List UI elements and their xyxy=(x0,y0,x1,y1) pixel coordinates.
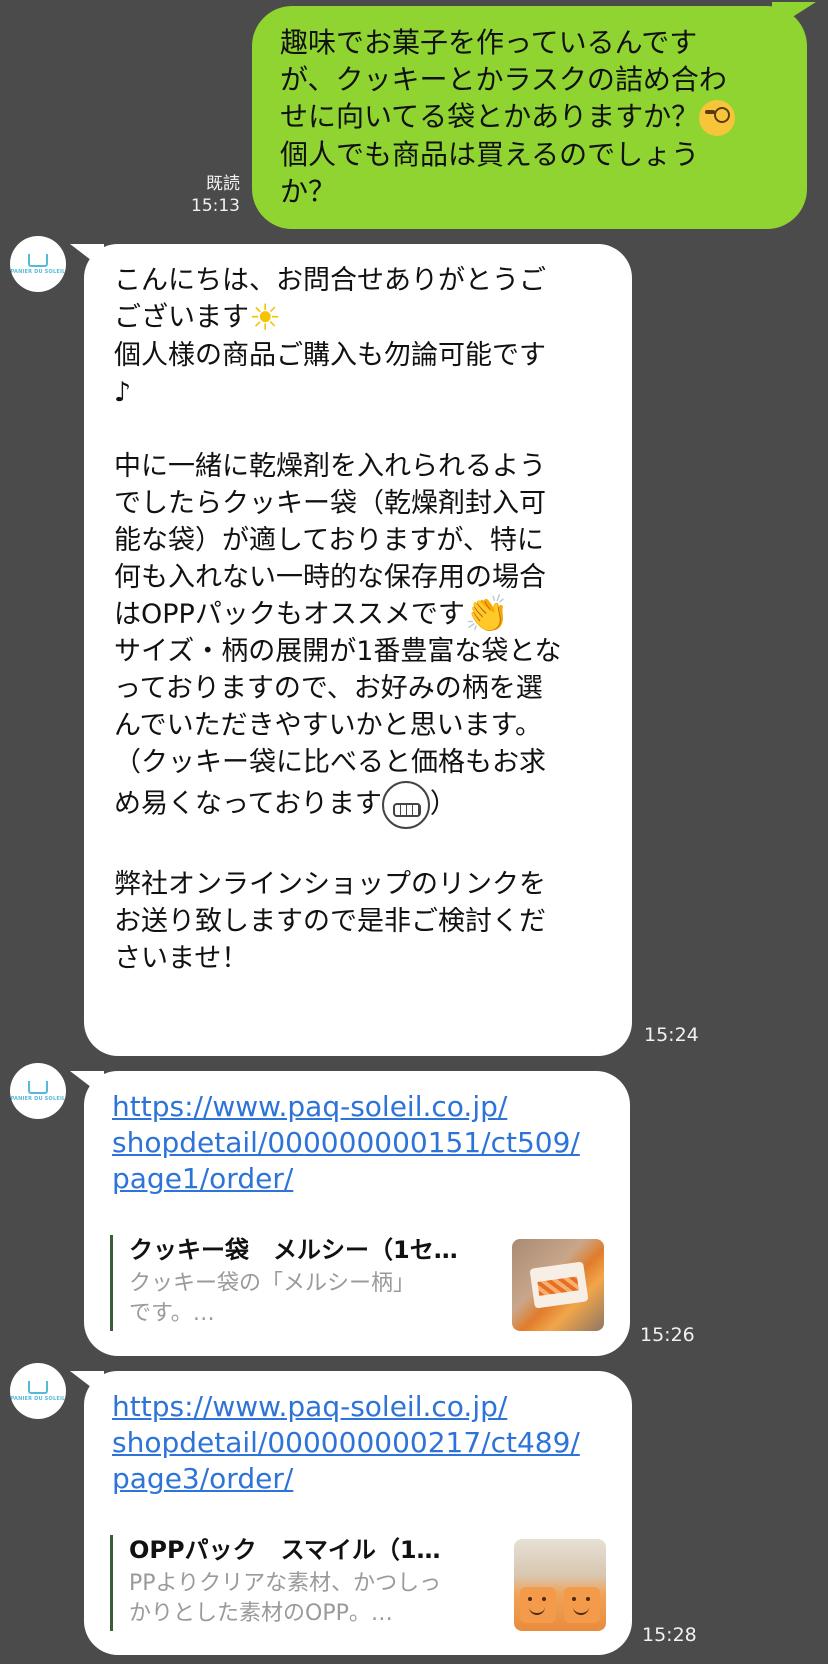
preview-title: クッキー袋 メルシー（1セ… xyxy=(129,1236,458,1264)
avatar-logo-text: PANIER DU SOLEIL xyxy=(10,268,66,275)
avatar-logo-text: PANIER DU SOLEIL xyxy=(10,1095,66,1102)
face-with-monocle-icon xyxy=(699,100,736,136)
avatar-logo-text: PANIER DU SOLEIL xyxy=(10,1395,66,1402)
received-message-text: こんにちは、お問合せありがとうご ございます☀ 個人様の商品ご購入も勿論可能です… xyxy=(114,265,562,974)
link-preview-card[interactable]: クッキー袋 メルシー（1セ… クッキー袋の「メルシー柄」 です。… xyxy=(110,1235,604,1331)
avatar[interactable]: PANIER DU SOLEIL xyxy=(10,1063,66,1119)
message-time: 15:26 xyxy=(640,1324,695,1346)
sun-icon: ☀ xyxy=(249,297,282,339)
avatar[interactable]: PANIER DU SOLEIL xyxy=(10,1363,66,1419)
link-message-bubble[interactable]: https://www.paq-soleil.co.jp/ shopdetail… xyxy=(84,1371,632,1655)
preview-title: OPPパック スマイル（1… xyxy=(129,1536,441,1564)
shopping-cart-icon xyxy=(28,1080,48,1094)
link-preview-card[interactable]: OPPパック スマイル（1… PPよりクリアな素材、かつしっ かりとした素材のO… xyxy=(110,1535,606,1631)
shopping-cart-icon xyxy=(28,253,48,267)
received-message-bubble[interactable]: こんにちは、お問合せありがとうご ございます☀ 個人様の商品ご購入も勿論可能です… xyxy=(84,244,632,1056)
sent-time: 15:13 xyxy=(191,196,240,216)
message-time: 15:28 xyxy=(642,1624,697,1646)
link-message-bubble[interactable]: https://www.paq-soleil.co.jp/ shopdetail… xyxy=(84,1071,630,1356)
sent-message-bubble[interactable]: 趣味でお菓子を作っているんです が、クッキーとかラスクの詰め合わ せに向いてる袋… xyxy=(252,6,807,229)
read-label: 既読 xyxy=(206,174,240,194)
avatar[interactable]: PANIER DU SOLEIL xyxy=(10,236,66,292)
grinning-face-icon xyxy=(381,781,430,829)
shopping-cart-icon xyxy=(28,1380,48,1394)
clapping-hands-icon: 👏 xyxy=(464,594,510,635)
preview-thumbnail xyxy=(514,1539,606,1631)
read-receipt: 既読 15:13 xyxy=(191,173,240,217)
link-url[interactable]: https://www.paq-soleil.co.jp/ shopdetail… xyxy=(112,1389,612,1497)
preview-thumbnail xyxy=(512,1239,604,1331)
sent-message-text: 趣味でお菓子を作っているんです が、クッキーとかラスクの詰め合わ せに向いてる袋… xyxy=(280,24,777,210)
preview-description: クッキー袋の「メルシー柄」 です。… xyxy=(129,1271,416,1326)
message-time: 15:24 xyxy=(644,1024,699,1046)
link-url[interactable]: https://www.paq-soleil.co.jp/ shopdetail… xyxy=(112,1089,610,1197)
preview-description: PPよりクリアな素材、かつしっ かりとした素材のOPP。… xyxy=(129,1571,442,1626)
